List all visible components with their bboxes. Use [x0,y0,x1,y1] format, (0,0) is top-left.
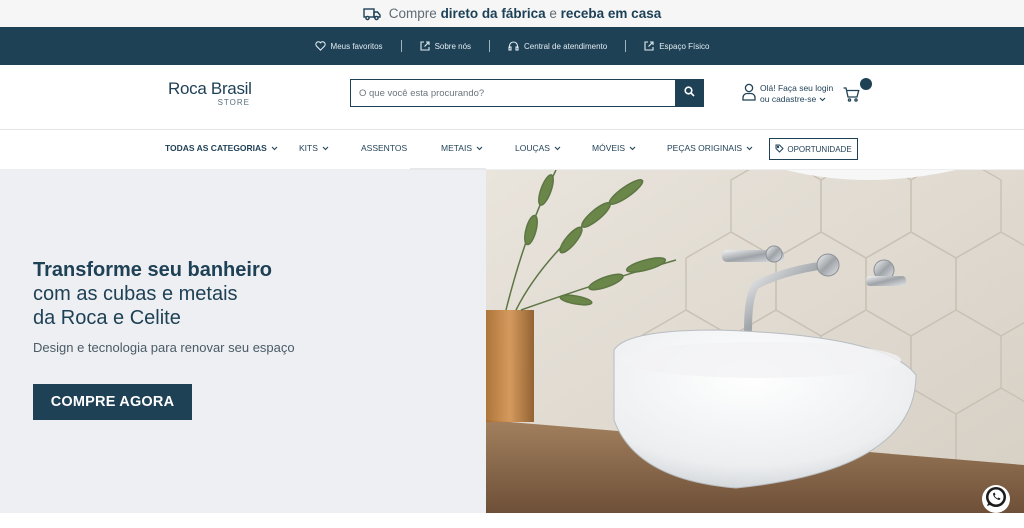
nav-moveis[interactable]: MÓVEIS [592,143,636,153]
nav-pecas-originais[interactable]: PEÇAS ORIGINAIS [667,143,753,153]
cart-icon [843,87,860,106]
site-header: Roca Brasil STORE Olá! Faça seu login ou… [0,65,1024,130]
chevron-down-icon [554,143,561,153]
account-line1: Olá! Faça seu login [760,83,834,93]
account-text: Olá! Faça seu login ou cadastre-se [760,83,833,105]
support-label: Central de atendimento [524,41,608,51]
hero-subtitle: Design e tecnologia para renovar seu esp… [33,340,295,355]
account-line2: ou cadastre-se [760,94,817,104]
search-button[interactable] [675,79,704,107]
nav-label: TODAS AS CATEGORIAS [165,143,267,153]
nav-label: PEÇAS ORIGINAIS [667,143,743,153]
whatsapp-icon [984,485,1008,514]
chevron-down-icon [271,143,278,153]
heart-icon [314,41,326,51]
user-icon [742,83,756,106]
promo-bar: Compre direto da fábrica e receba em cas… [0,0,1024,27]
logo-subtext: STORE [217,98,250,107]
nav-label: MÓVEIS [592,143,626,153]
truck-icon [363,7,381,21]
buy-now-button[interactable]: COMPRE AGORA [33,384,192,420]
category-nav: TODAS AS CATEGORIAS KITS ASSENTOS METAIS… [0,130,1024,170]
search-icon [684,84,695,102]
nav-label: KITS [299,143,318,153]
chevron-down-icon [819,94,826,105]
cart-button[interactable] [843,78,872,107]
chevron-down-icon [746,143,753,153]
promo-text: Compre direto da fábrica e receba em cas… [388,6,662,21]
chevron-down-icon [629,143,636,153]
nav-metais[interactable]: METAIS [441,143,483,153]
chevron-down-icon [476,143,483,153]
nav-label: LOUÇAS [515,143,550,153]
hero-title-line3: da Roca e Celite [33,307,181,329]
nav-label: METAIS [441,143,473,153]
nav-label: ASSENTOS [361,143,408,153]
search-bar [350,79,704,107]
account-login[interactable]: Olá! Faça seu login ou cadastre-se [742,83,833,106]
external-link-icon [644,41,654,51]
hero-bathroom-image [486,170,1024,513]
favorites-link[interactable]: Meus favoritos [297,41,401,51]
logo-text: Roca Brasil [168,79,252,98]
external-link-icon [420,41,430,51]
hero-title: Transforme seu banheiro [33,259,272,281]
hero-banner: Transforme seu banheiro com as cubas e m… [0,170,1024,513]
nav-assentos[interactable]: ASSENTOS [361,143,407,153]
favorites-label: Meus favoritos [330,41,383,51]
utility-bar: Meus favoritos Sobre nós Central de aten… [0,27,1024,65]
tag-icon [775,144,785,155]
nav-kits[interactable]: KITS [299,143,329,153]
about-label: Sobre nós [434,41,472,51]
search-input[interactable] [350,79,675,107]
nav-loucas[interactable]: LOUÇAS [515,143,561,153]
nav-all-categories[interactable]: TODAS AS CATEGORIAS [165,143,278,153]
chevron-down-icon [322,143,329,153]
support-link[interactable]: Central de atendimento [490,41,625,51]
oportunidade-label: OPORTUNIDADE [787,144,852,154]
hero-title-line2: com as cubas e metais [33,283,238,305]
logo[interactable]: Roca Brasil STORE [168,79,258,108]
nav-oportunidade-button[interactable]: OPORTUNIDADE [769,138,858,160]
about-link[interactable]: Sobre nós [402,41,489,51]
whatsapp-button[interactable] [982,485,1010,513]
physical-store-link[interactable]: Espaço Físico [626,41,727,51]
hero-text: Transforme seu banheiro com as cubas e m… [33,258,453,355]
headset-icon [508,41,519,51]
account-line2-row: ou cadastre-se [760,94,833,105]
physical-store-label: Espaço Físico [659,41,710,51]
cart-badge [860,78,872,90]
